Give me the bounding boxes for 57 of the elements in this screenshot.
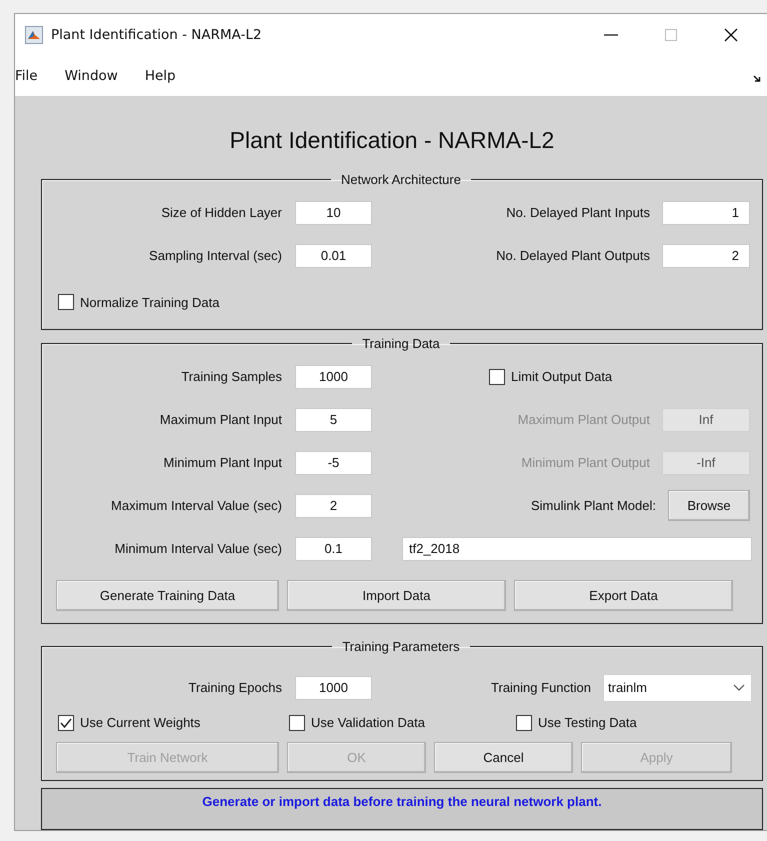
field-label: No. Delayed Plant Inputs [506,205,650,220]
field-label: Minimum Plant Output [521,455,650,470]
field-label: Sampling Interval (sec) [148,248,282,263]
action-button[interactable]: Export Data [514,580,733,610]
input-field[interactable]: 10 [295,200,372,224]
input-field[interactable]: -5 [295,450,372,474]
checkbox-label: Use Validation Data [311,715,425,730]
action-button[interactable]: Cancel [434,742,573,773]
checkbox[interactable] [489,368,505,384]
field-label: Training Function [491,680,591,695]
checkbox-label: Use Testing Data [538,715,637,730]
field-label: Training Samples [180,369,282,384]
close-icon [724,28,738,42]
maximize-icon [664,28,678,42]
window-title: Plant Identification - NARMA-L2 [51,26,262,43]
field-label: Maximum Plant Input [158,412,282,427]
checkbox-label: Normalize Training Data [80,294,220,310]
panel-title: Training Data [361,336,441,351]
dropdown-value: trainlm [607,680,648,695]
checkbox[interactable] [58,714,74,730]
menu-item[interactable]: Help [144,66,176,86]
field-label: Size of Hidden Layer [160,205,282,220]
dock-arrow-icon [753,74,761,83]
checkbox-label: Use Current Weights [80,715,200,730]
checkbox[interactable] [289,714,305,730]
input-field[interactable]: 2 [295,494,372,518]
chevron-down-icon [733,684,745,692]
input-field[interactable]: 1 [662,200,750,224]
input-field[interactable]: 1000 [295,364,372,388]
field-label: Training Epochs [188,680,282,695]
action-button[interactable]: Import Data [287,580,506,610]
action-button[interactable]: Generate Training Data [56,580,279,610]
panel-title: Training Parameters [341,639,461,654]
checkbox-label: Limit Output Data [511,369,612,384]
input-field[interactable]: 5 [295,408,372,432]
field-label: No. Delayed Plant Outputs [496,248,650,263]
field-label: Maximum Interval Value (sec) [110,498,282,513]
dropdown[interactable]: trainlm [603,674,752,702]
field-label: Minimum Plant Input [162,455,282,470]
field-label: Maximum Plant Output [518,412,650,427]
menu-item[interactable]: File [15,66,38,86]
field-label: Minimum Interval Value (sec) [114,541,282,556]
input-field[interactable]: 2 [662,244,750,268]
browse-button[interactable]: Browse [668,490,750,521]
input-field[interactable]: 0.1 [295,536,372,560]
app-icon [25,26,43,44]
status-message: Generate or import data before training the neural network plant. [202,794,602,810]
checkbox[interactable] [58,294,74,310]
minimize-icon [604,34,618,36]
heading: Plant Identification - NARMA-L2 [228,127,556,155]
input-field[interactable]: 1000 [295,676,372,700]
field-label: Simulink Plant Model: [531,498,656,513]
checkbox[interactable] [516,714,532,730]
input-field[interactable]: 0.01 [295,244,372,268]
panel-title: Network Architecture [340,172,462,187]
menu-item[interactable]: Window [64,66,118,86]
input-field[interactable]: tf2_2018 [402,536,752,560]
